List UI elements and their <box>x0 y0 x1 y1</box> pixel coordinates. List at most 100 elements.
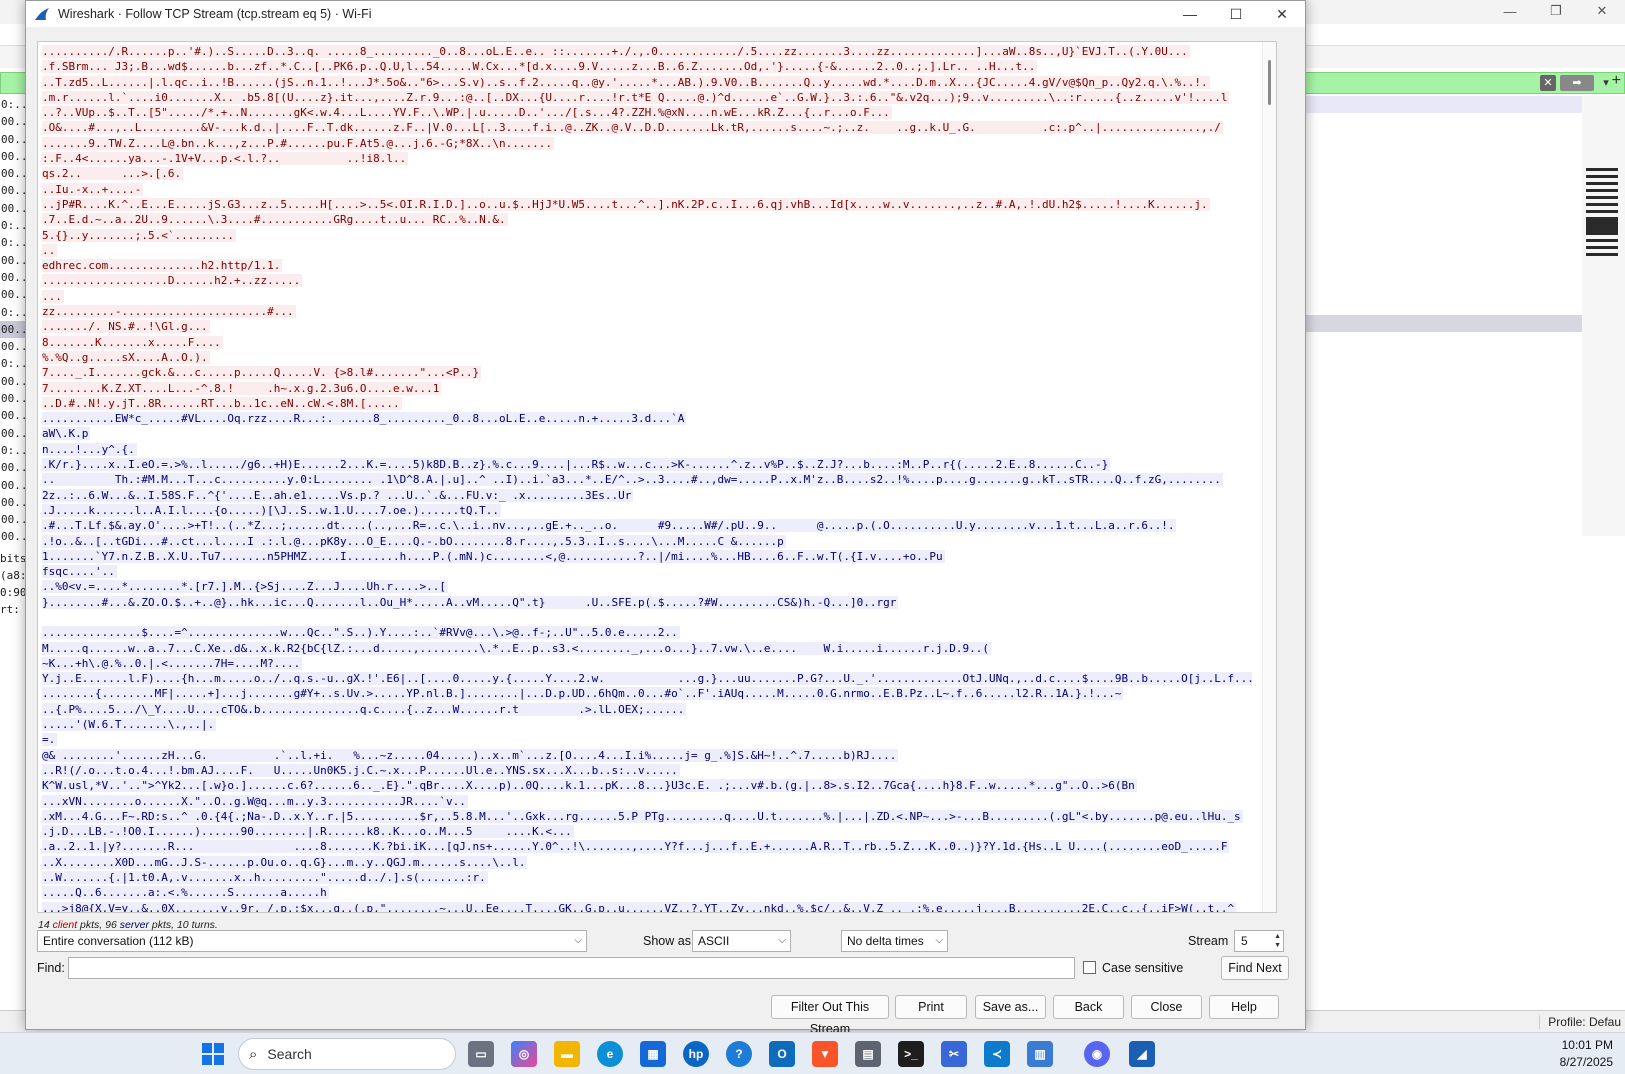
packet-row-partial[interactable]: 00.. <box>0 390 28 407</box>
server-data-line[interactable]: ..,>j8@{X.V=y..&..0X.......y..9r._/.p.;$… <box>42 901 1252 912</box>
help-button[interactable]: Help <box>1209 995 1279 1019</box>
server-data-line[interactable]: .K/r.}....x..I.eO.=.>%..l...../g6..+H)E.… <box>42 457 1252 472</box>
minimize-icon[interactable]: — <box>1487 0 1533 22</box>
delta-times-select[interactable]: No delta times ⌵ <box>841 930 948 952</box>
server-data-line[interactable]: ..{.P%....5.../\_Y....U....cTO&.b.......… <box>42 702 1252 717</box>
server-data-line[interactable]: .j.D...LB.-.!O0.I......)......90........… <box>42 824 1252 839</box>
profile-label[interactable]: Profile: Defau <box>1539 1015 1621 1029</box>
server-data-line[interactable]: ...xVN........o......X."..O..g.W@q...m..… <box>42 794 1252 809</box>
server-data-line[interactable]: .....'(W.6.T.......\.,..|. <box>42 717 1252 732</box>
display-filter-bar[interactable]: ✕ ➡ ▾ <box>1280 72 1625 94</box>
server-data-line[interactable]: ...............$....=^..............w...… <box>42 625 1252 640</box>
packet-row-partial[interactable]: 00.. <box>0 131 28 148</box>
packet-row-partial[interactable]: 00.. <box>0 320 28 339</box>
stream-scrollbar[interactable] <box>1262 42 1276 912</box>
client-data-line[interactable]: zz.........-......................#... <box>42 304 1252 319</box>
close-button[interactable]: Close <box>1131 995 1202 1019</box>
server-data-line[interactable]: ........{........MF|.....+]...j.......g#… <box>42 686 1252 701</box>
client-data-line[interactable]: .f.SBrm... J3;.B...wd$......b...zf..*.C.… <box>42 59 1252 74</box>
file-explorer-icon[interactable]: ▬ <box>554 1041 580 1067</box>
packet-row-partial[interactable]: 0:.. <box>0 217 28 234</box>
packet-row-partial[interactable]: 00.. <box>0 148 28 165</box>
stream-content-view[interactable]: ........../.R......p..'#.)..S.....D..3..… <box>37 41 1277 913</box>
taskbar-clock[interactable]: 10:01 PM 8/27/2025 <box>1560 1037 1613 1071</box>
client-data-line[interactable]: ...................D......h2.+..zz..... <box>42 273 1252 288</box>
apply-filter-icon[interactable]: ➡ <box>1560 75 1594 91</box>
server-data-line[interactable]: M.....q......w..a..7...C.Xe..d&..x.k.R2{… <box>42 641 1252 656</box>
server-data-line[interactable]: @& ........'......zH...G. .`..l.+i. %...… <box>42 748 1252 763</box>
server-data-line[interactable]: .a..2..1.|y?.......R... ....8.......K.?b… <box>42 839 1252 854</box>
server-data-line[interactable]: aW\.K.p <box>42 426 1252 441</box>
server-data-line[interactable]: 1.......`Y7.n.Z.B..X.U..Tu7.......n5PHMZ… <box>42 549 1252 564</box>
detail-row-partial[interactable]: 0:90 <box>0 584 28 601</box>
client-data-line[interactable]: 7...._.I.......gck.&...c.....p.....Q....… <box>42 365 1252 380</box>
back-button[interactable]: Back <box>1053 995 1124 1019</box>
taskbar-search-box[interactable]: ⌕ Search <box>238 1038 456 1070</box>
client-data-line[interactable]: ..Iu.-x..+....- <box>42 182 1252 197</box>
client-data-line[interactable]: ......./. NS.#..!\Gl.g... <box>42 319 1252 334</box>
snipping-tool-icon[interactable]: ✂ <box>941 1041 967 1067</box>
server-data-line[interactable]: .. Th.:#M.M...T...c..........y.0:L......… <box>42 472 1252 487</box>
restore-icon[interactable]: ❐ <box>1533 0 1579 22</box>
add-filter-button-icon[interactable]: + <box>1612 72 1621 90</box>
close-icon[interactable]: ✕ <box>1579 0 1625 22</box>
spin-arrows-icon[interactable]: ▲ ▼ <box>1274 932 1281 950</box>
dialog-close-icon[interactable]: ✕ <box>1259 1 1305 27</box>
packet-row-partial[interactable]: 00.. <box>0 407 28 424</box>
server-data-line[interactable]: .#...T.Lf.$&.ay.O'....>+T!..(..*Z...;...… <box>42 518 1252 533</box>
microsoft-store-icon[interactable]: ▦ <box>640 1041 666 1067</box>
client-data-line[interactable]: ... <box>42 289 1252 304</box>
packet-row-partial[interactable]: 0:.. <box>0 234 28 251</box>
server-data-line[interactable]: ...........EW*c_.....#VL....Oq.rzz....R.… <box>42 411 1252 426</box>
display-filter-left[interactable] <box>0 72 28 94</box>
packet-row-partial[interactable]: 00.. <box>0 252 28 269</box>
packet-row-partial[interactable]: 00.. <box>0 494 28 511</box>
server-data-line[interactable]: .....Q..6.......a:.<.%......S.......a...… <box>42 885 1252 900</box>
vscode-icon[interactable]: ≺ <box>984 1041 1010 1067</box>
client-data-line[interactable]: ........../.R......p..'#.)..S.....D..3..… <box>42 44 1252 59</box>
packet-row-partial[interactable]: 0:.. <box>0 96 28 113</box>
packet-row-partial[interactable]: 00.. <box>0 477 28 494</box>
server-data-line[interactable]: .!o..&..[..tGDi...#..ct...l....I .:.l.@.… <box>42 534 1252 549</box>
client-data-line[interactable]: 8.......K.......x.....F.... <box>42 335 1252 350</box>
client-data-line[interactable]: %.%Q..g.....sX....A..O.). <box>42 350 1252 365</box>
packet-row-partial[interactable]: 00.. <box>0 286 28 303</box>
client-data-line[interactable]: ..T.zd5..L......|.l.qc..i..!B......(jS..… <box>42 75 1252 90</box>
task-view-icon[interactable]: ▭ <box>468 1041 494 1067</box>
server-data-line[interactable]: K^W.usl,*V..'..">^Yk2...[.w}o.]......c.6… <box>42 778 1252 793</box>
packet-row-partial[interactable]: 00.. <box>0 373 28 390</box>
client-data-line[interactable]: 7........K.Z.XT....L...-^.8.! .h~.x.g.2.… <box>42 381 1252 396</box>
server-data-line[interactable]: ..X........X0D...mG..J.S-......p.Ou.o..q… <box>42 855 1252 870</box>
detail-row-partial[interactable]: bits <box>0 550 28 567</box>
packet-row-partial[interactable]: 0:.. <box>0 355 28 372</box>
wireshark-taskbar-icon[interactable]: ◢ <box>1129 1041 1155 1067</box>
dialog-maximize-icon[interactable]: ☐ <box>1213 1 1259 27</box>
packet-row-partial[interactable]: 0:.. <box>0 304 28 321</box>
stream-scroll-thumb[interactable] <box>1268 60 1271 105</box>
outlook-icon[interactable]: O <box>769 1041 795 1067</box>
packet-row-partial[interactable]: 00.. <box>0 528 28 545</box>
packet-row-partial[interactable]: 00.. <box>0 200 28 217</box>
server-data-line[interactable]: 2z..:..6.W...&..I.58S.F..^{'....E..ah.e1… <box>42 488 1252 503</box>
server-data-line[interactable]: ~K...+h\.@.%..0.|.<.......7H=....M?.... <box>42 656 1252 671</box>
blank-line[interactable] <box>42 610 1252 625</box>
server-data-line[interactable]: .J.....k......l..A.I.l....{o.....)[\J..S… <box>42 503 1252 518</box>
dialog-titlebar[interactable]: Wireshark · Follow TCP Stream (tcp.strea… <box>26 1 1305 27</box>
find-next-button[interactable]: Find Next <box>1221 956 1289 980</box>
packet-row-partial[interactable]: 00.. <box>0 182 28 199</box>
dialog-minimize-icon[interactable]: — <box>1167 1 1213 27</box>
client-data-line[interactable]: .. <box>42 243 1252 258</box>
calculator-icon[interactable]: ▤ <box>855 1041 881 1067</box>
packet-row-partial[interactable]: 00.. <box>0 338 28 355</box>
client-data-line[interactable]: qs.2.. ...>.[.6. <box>42 166 1252 181</box>
clear-filter-icon[interactable]: ✕ <box>1540 75 1556 91</box>
packet-row-partial[interactable]: 0:.. <box>0 442 28 459</box>
detail-row-partial[interactable]: (a8: <box>0 567 28 584</box>
edge-browser-icon[interactable]: e <box>597 1041 623 1067</box>
notepad-icon[interactable]: ▥ <box>1027 1041 1053 1067</box>
packet-row-partial[interactable]: 00.. <box>0 425 28 442</box>
client-data-line[interactable]: 5.{}..y.......;.5.<`......... <box>42 228 1252 243</box>
client-data-line[interactable]: .O&....#...,..L.........&V-...k.d..|....… <box>42 120 1252 135</box>
filter-out-stream-button[interactable]: Filter Out This Stream <box>771 995 889 1036</box>
client-data-line[interactable]: .m.r......l.`....i0.......X.. .b5.8[(U..… <box>42 90 1252 105</box>
